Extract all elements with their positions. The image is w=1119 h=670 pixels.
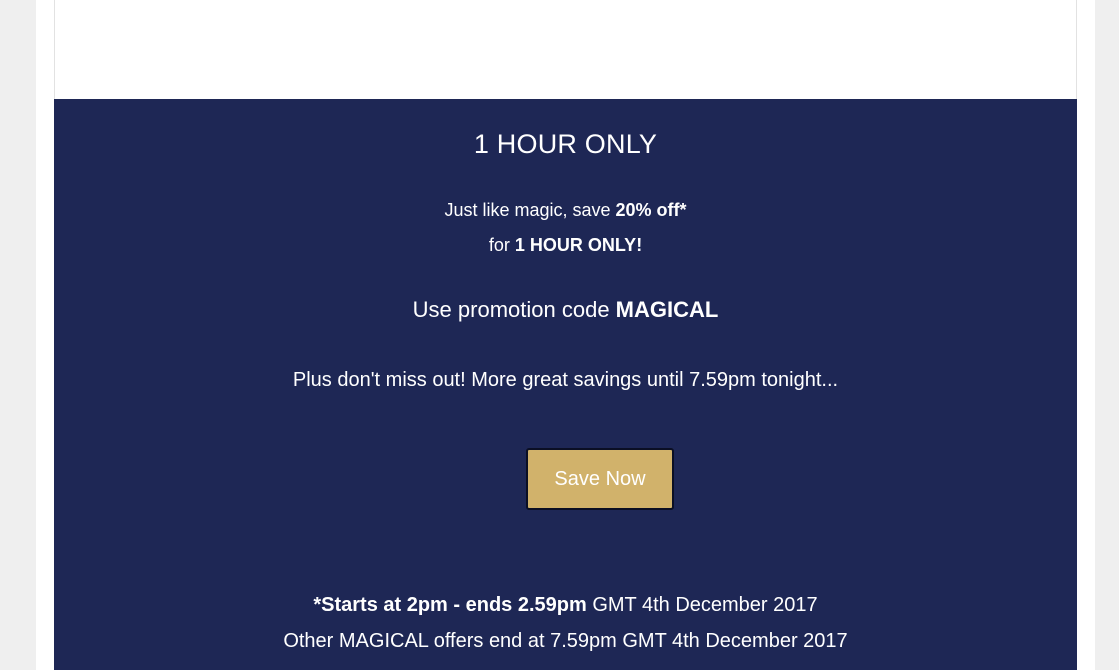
promo-extra-savings: Plus don't miss out! More great savings …	[292, 369, 839, 391]
terms-line-1: *Starts at 2pm - ends 2.59pm GMT 4th Dec…	[54, 592, 1077, 618]
terms-date: GMT 4th December 2017	[586, 594, 818, 616]
promo-code-value: MAGICAL	[615, 297, 719, 322]
promo-title: 1 HOUR ONLY	[473, 129, 658, 159]
terms-line-2: Other MAGICAL offers end at 7.59pm GMT 4…	[283, 630, 848, 652]
promo-duration-text: for	[488, 235, 515, 255]
terms-start-end: *Starts at 2pm - ends 2.59pm	[313, 594, 587, 616]
promo-discount-line: Just like magic, save 20% off*	[54, 198, 1077, 222]
email-header-area	[54, 0, 1077, 99]
promo-duration-bold: 1 HOUR ONLY!	[514, 235, 643, 255]
promo-duration-line: for 1 HOUR ONLY!	[54, 233, 1077, 257]
save-now-button[interactable]: Save Now	[526, 448, 674, 510]
promo-code-label: Use promotion code	[412, 297, 616, 322]
email-frame: 1 HOUR ONLY Just like magic, save 20% of…	[36, 0, 1095, 670]
promo-discount-text: Just like magic, save	[444, 200, 616, 220]
promo-banner: 1 HOUR ONLY Just like magic, save 20% of…	[54, 99, 1077, 670]
promo-discount-amount: 20% off*	[615, 200, 687, 220]
promo-code-line: Use promotion code MAGICAL	[54, 296, 1077, 324]
